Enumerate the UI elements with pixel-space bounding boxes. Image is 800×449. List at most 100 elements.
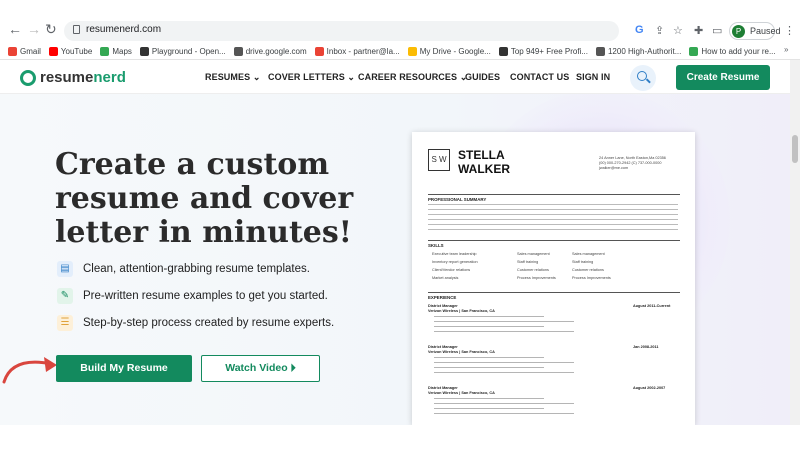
bookmark-favicon-icon	[139, 46, 149, 56]
resume-job-bullet	[434, 403, 574, 404]
bookmark-favicon-icon	[595, 46, 605, 56]
bookmark-favicon-icon	[48, 46, 58, 56]
bookmark-favicon-icon	[314, 46, 324, 56]
resume-job-date: August 2011-Current	[633, 304, 671, 308]
bookmark-item[interactable]: Maps	[100, 44, 132, 58]
bookmark-favicon-icon	[233, 46, 243, 56]
resume-section-summary: PROFESSIONAL SUMMARY	[428, 194, 680, 202]
reload-icon[interactable]: ↻	[45, 21, 57, 38]
search-button[interactable]	[630, 65, 656, 91]
resume-job-company: Verizon Wireless | San Francisco, CA	[428, 350, 495, 354]
resume-job-date: August 2002-2007	[633, 386, 666, 390]
bookmark-item[interactable]: YouTube	[48, 44, 92, 58]
resume-monogram: S W	[428, 149, 450, 171]
create-resume-button[interactable]: Create Resume	[676, 65, 770, 90]
logo-text-nerd: nerd	[93, 69, 126, 86]
bookmark-item[interactable]: How to add your re...	[689, 44, 776, 58]
forward-icon[interactable]: →	[27, 21, 41, 37]
resume-job-company: Verizon Wireless | San Francisco, CA	[428, 391, 495, 395]
resume-skill-item: Market analysis	[432, 276, 459, 280]
resume-skill-item: Staff training	[572, 260, 594, 264]
bookmark-item[interactable]: Gmail	[8, 44, 41, 58]
nav-contact-us[interactable]: CONTACT US	[510, 72, 569, 82]
nav-sign-in[interactable]: SIGN IN	[576, 72, 610, 82]
resume-skill-item: Process Improvements	[517, 276, 556, 280]
feature-item: ▤ Clean, attention-grabbing resume templ…	[57, 261, 310, 277]
resume-job-title: District Manager	[428, 304, 458, 308]
share-icon[interactable]: ⇪	[655, 24, 664, 37]
resume-job-title: District Manager	[428, 386, 458, 390]
site-header: resume nerd RESUMES ⌄ COVER LETTERS ⌄ CAR…	[0, 60, 790, 94]
resume-skill-item: Process Improvements	[572, 276, 611, 280]
site-logo[interactable]: resume nerd	[20, 69, 126, 86]
chevron-down-icon: ⌄	[252, 72, 261, 82]
sidepanel-icon[interactable]: ▭	[712, 24, 722, 37]
resume-skill-item: Sales management	[572, 252, 605, 256]
resume-job-bullet	[434, 413, 574, 414]
menu-kebab-icon[interactable]: ⋮	[784, 24, 795, 37]
bookmark-item[interactable]: Top 949+ Free Profi...	[498, 44, 588, 58]
bottom-blank-area	[0, 425, 800, 449]
page-scrollbar[interactable]	[790, 60, 800, 425]
resume-contact: 24 Anner Lane, North Easton,Ma 02356 (00…	[599, 156, 666, 170]
resume-job-date: Jan 2008-2011	[633, 345, 659, 349]
resume-job-bullet	[434, 326, 544, 327]
nav-guides[interactable]: GUIDES	[465, 72, 500, 82]
bookmark-star-icon[interactable]: ☆	[673, 24, 683, 37]
watch-video-button[interactable]: Watch Video ⏵	[201, 355, 320, 382]
resume-job-bullet	[434, 367, 544, 368]
resume-skill-item: Inventory report generation	[432, 260, 478, 264]
resume-skill-item: Staff training	[517, 260, 539, 264]
feature-item: ☰ Step-by-step process created by resume…	[57, 315, 334, 331]
resume-skill-item: Sales management	[517, 252, 550, 256]
extensions-icon[interactable]: ✚	[694, 24, 703, 37]
resume-skill-item: Customer relations	[517, 268, 549, 272]
bookmarks-bar: Gmail YouTube Maps Playground - Open... driv…	[8, 44, 776, 58]
bookmark-item[interactable]: Playground - Open...	[139, 44, 226, 58]
resume-skill-item: Client/Vendor relations	[432, 268, 471, 272]
bookmark-item[interactable]: Inbox - partner@la...	[314, 44, 400, 58]
resume-job-bullet	[434, 372, 574, 373]
magic-wand-icon: ✎	[57, 288, 73, 304]
page-content: resume nerd RESUMES ⌄ COVER LETTERS ⌄ CAR…	[0, 60, 790, 425]
nav-cover-letters[interactable]: COVER LETTERS ⌄	[268, 72, 355, 83]
bookmark-favicon-icon	[689, 46, 699, 56]
logo-mark-icon	[20, 69, 36, 86]
checklist-icon: ☰	[57, 315, 73, 331]
resume-job-title: District Manager	[428, 345, 458, 349]
avatar: P	[732, 25, 745, 38]
resume-name: STELLA WALKER	[458, 148, 510, 176]
bookmark-item[interactable]: 1200 High-Authorit...	[595, 44, 681, 58]
resume-job-bullet	[434, 357, 544, 358]
scrollbar-thumb[interactable]	[792, 135, 798, 163]
browser-toolbar: ← → ↻ resumenerd.com G ⇪ ☆ ✚ ▭ P Paused …	[0, 0, 800, 60]
bookmark-favicon-icon	[498, 46, 508, 56]
hero-title: Create a custom resume and cover letter …	[55, 147, 354, 250]
resume-summary-text	[428, 204, 678, 232]
resume-job-bullet	[434, 408, 544, 409]
more-bookmarks-icon[interactable]: »	[784, 45, 788, 54]
resume-preview: S W STELLA WALKER 24 Anner Lane, North E…	[412, 132, 695, 425]
google-icon[interactable]: G	[635, 24, 644, 36]
bookmark-item[interactable]: drive.google.com	[233, 44, 307, 58]
resume-job-bullet	[434, 398, 544, 399]
resume-job-bullet	[434, 362, 574, 363]
resume-section-skills: SKILLS	[428, 240, 680, 248]
profile-button[interactable]: P Paused	[729, 22, 781, 40]
bookmark-item[interactable]: My Drive - Google...	[407, 44, 491, 58]
bookmark-favicon-icon	[407, 46, 417, 56]
profile-status: Paused	[750, 26, 781, 36]
resume-job-bullet	[434, 331, 574, 332]
resume-section-experience: EXPERIENCE	[428, 292, 680, 300]
back-icon[interactable]: ←	[8, 21, 22, 37]
feature-item: ✎ Pre-written resume examples to get you…	[57, 288, 328, 304]
template-icon: ▤	[57, 261, 73, 277]
pointer-arrow-icon	[2, 357, 57, 384]
address-bar[interactable]: resumenerd.com	[64, 21, 619, 41]
resume-job-bullet	[434, 316, 544, 317]
build-my-resume-button[interactable]: Build My Resume	[56, 355, 192, 382]
resume-job-bullet	[434, 321, 574, 322]
chevron-down-icon: ⌄	[347, 72, 356, 82]
nav-career-resources[interactable]: CAREER RESOURCES ⌄	[358, 72, 467, 83]
nav-resumes[interactable]: RESUMES ⌄	[205, 72, 260, 83]
